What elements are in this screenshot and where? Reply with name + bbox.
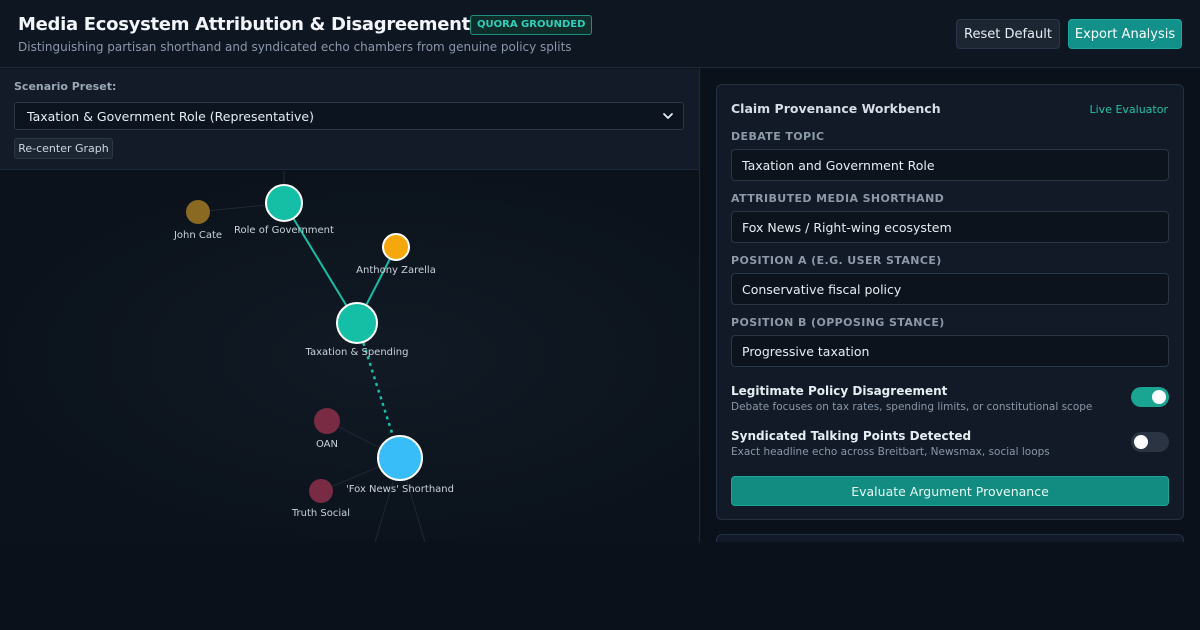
debate-topic-input[interactable]	[731, 149, 1169, 181]
export-analysis-button[interactable]: Export Analysis	[1068, 19, 1182, 49]
grounded-badge: QUORA GROUNDED	[470, 15, 593, 35]
position-a-label: POSITION A (E.G. USER STANCE)	[731, 254, 942, 267]
syndicated-points-title: Syndicated Talking Points Detected	[731, 429, 972, 443]
scenario-preset-select[interactable]: Taxation & Government Role (Representati…	[14, 102, 684, 130]
position-b-input[interactable]	[731, 335, 1169, 367]
policy-disagreement-desc: Debate focuses on tax rates, spending li…	[731, 401, 1093, 413]
node-oan	[314, 408, 340, 434]
page-subtitle: Distinguishing partisan shorthand and sy…	[18, 40, 572, 54]
graph-canvas: John Cate Role of Government Anthony Zar…	[173, 171, 454, 542]
node-truth-social	[309, 479, 333, 503]
policy-disagreement-toggle[interactable]	[1131, 387, 1169, 407]
chevron-down-icon	[663, 113, 673, 119]
media-shorthand-label: ATTRIBUTED MEDIA SHORTHAND	[731, 192, 945, 205]
workbench-title: Claim Provenance Workbench	[731, 101, 941, 116]
attribution-graph[interactable]: John Cate Role of Government Anthony Zar…	[0, 171, 699, 542]
label-anthony-zarella: Anthony Zarella	[356, 265, 436, 276]
graph-controls: Scenario Preset: Taxation & Government R…	[0, 69, 699, 170]
node-role-of-government	[265, 184, 303, 222]
node-anthony-zarella	[382, 233, 410, 261]
app-header: Media Ecosystem Attribution & Disagreeme…	[0, 0, 1200, 68]
label-oan: OAN	[316, 439, 338, 450]
label-fox-news-shorthand: 'Fox News' Shorthand	[346, 484, 454, 495]
page-background	[0, 542, 1200, 630]
toggle-knob	[1134, 435, 1148, 449]
recenter-graph-button[interactable]: Re-center Graph	[14, 138, 113, 159]
syndicated-points-desc: Exact headline echo across Breitbart, Ne…	[731, 446, 1050, 458]
label-role-of-government: Role of Government	[234, 225, 334, 236]
label-john-cate: John Cate	[173, 230, 222, 241]
label-taxation-spending: Taxation & Spending	[305, 347, 409, 358]
live-evaluator-status: Live Evaluator	[1089, 103, 1169, 116]
syndicated-points-toggle[interactable]	[1131, 432, 1169, 452]
position-a-input[interactable]	[731, 273, 1169, 305]
panel-divider	[699, 68, 700, 543]
node-taxation-spending	[336, 302, 378, 344]
evaluate-provenance-button[interactable]: Evaluate Argument Provenance	[731, 476, 1169, 506]
media-shorthand-input[interactable]	[731, 211, 1169, 243]
node-fox-news-shorthand	[377, 435, 423, 481]
debate-topic-label: DEBATE TOPIC	[731, 130, 825, 143]
scenario-preset-label: Scenario Preset:	[14, 80, 117, 93]
toggle-knob	[1152, 390, 1166, 404]
label-truth-social: Truth Social	[291, 508, 350, 519]
policy-disagreement-title: Legitimate Policy Disagreement	[731, 384, 948, 398]
node-john-cate	[186, 200, 210, 224]
reset-default-button[interactable]: Reset Default	[956, 19, 1060, 49]
scenario-preset-value: Taxation & Government Role (Representati…	[27, 109, 314, 124]
position-b-label: POSITION B (OPPOSING STANCE)	[731, 316, 945, 329]
claim-provenance-workbench: Claim Provenance Workbench Live Evaluato…	[716, 84, 1184, 520]
edge-role-taxation	[283, 202, 358, 324]
